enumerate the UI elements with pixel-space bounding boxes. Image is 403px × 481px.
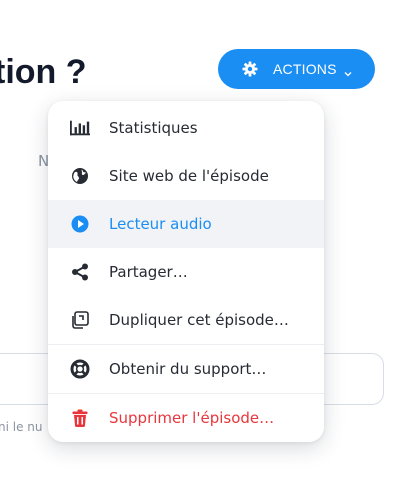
menu-item-duplicate[interactable]: Dupliquer cet épisode… — [48, 296, 324, 344]
menu-item-label: Obtenir du support… — [109, 360, 267, 378]
menu-item-support[interactable]: Obtenir du support… — [48, 345, 324, 393]
menu-item-delete[interactable]: Supprimer l'épisode… — [48, 394, 324, 442]
chevron-down-icon — [344, 65, 352, 77]
actions-menu: Statistiques Site web de l'épisode Lecte… — [48, 101, 324, 442]
menu-item-website[interactable]: Site web de l'épisode — [48, 152, 324, 200]
menu-item-share[interactable]: Partager… — [48, 248, 324, 296]
page-title: tion ? — [0, 53, 87, 91]
menu-item-label: Lecteur audio — [109, 215, 212, 233]
field-hint: ni le nu — [0, 420, 43, 434]
menu-item-label: Statistiques — [109, 119, 198, 137]
duplicate-icon — [70, 310, 90, 330]
actions-label: ACTIONS — [273, 61, 337, 77]
globe-icon — [70, 166, 90, 186]
menu-item-audio-player[interactable]: Lecteur audio — [48, 200, 324, 248]
gear-icon — [242, 61, 258, 77]
bar-chart-icon — [70, 118, 90, 138]
menu-item-label: Dupliquer cet épisode… — [109, 311, 289, 329]
menu-item-statistics[interactable]: Statistiques — [48, 104, 324, 152]
share-icon — [70, 262, 90, 282]
menu-item-label: Partager… — [109, 263, 188, 281]
menu-item-label: Supprimer l'épisode… — [109, 409, 275, 427]
actions-button[interactable]: ACTIONS — [218, 49, 375, 89]
menu-item-label: Site web de l'épisode — [109, 167, 269, 185]
lifebuoy-icon — [70, 359, 90, 379]
play-icon — [70, 214, 90, 234]
trash-icon — [70, 408, 90, 428]
